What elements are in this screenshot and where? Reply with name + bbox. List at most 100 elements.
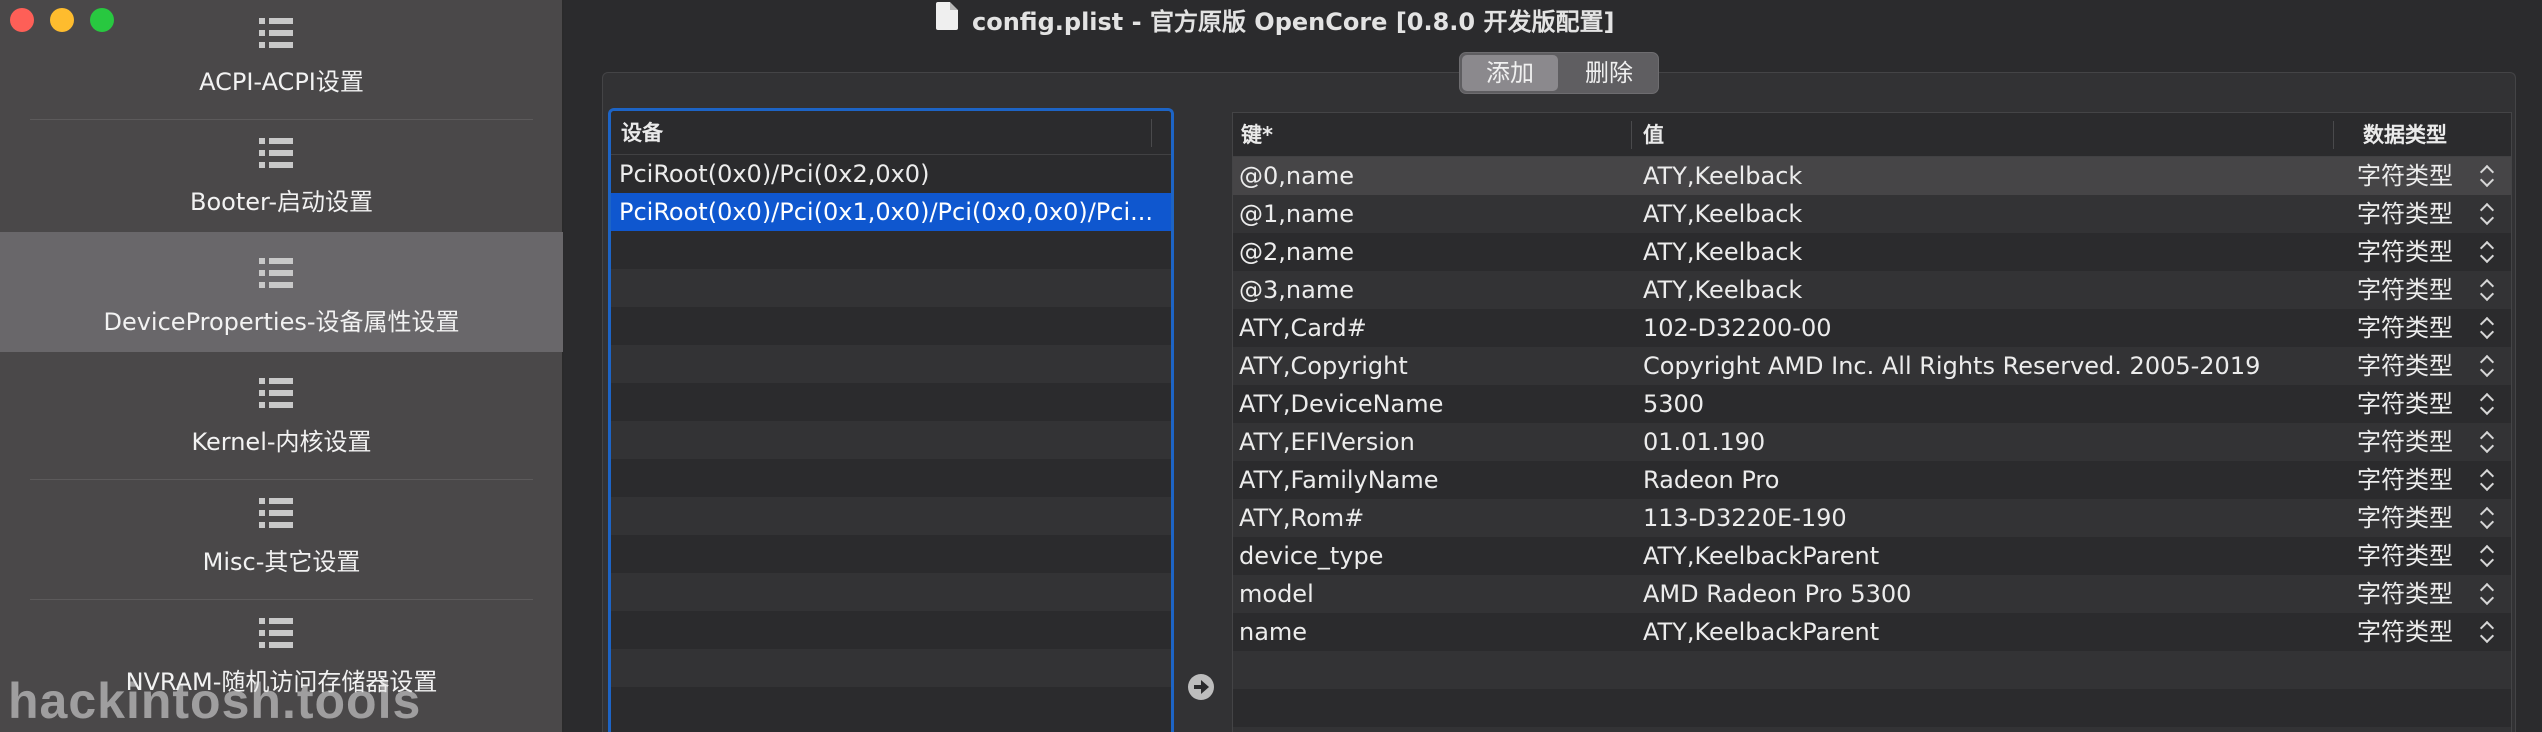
- key-cell[interactable]: name: [1239, 613, 1629, 651]
- key-cell[interactable]: ATY,DeviceName: [1239, 385, 1629, 423]
- value-cell[interactable]: ATY,Keelback: [1643, 271, 2343, 309]
- table-row[interactable]: [611, 345, 1171, 383]
- type-select[interactable]: 字符类型: [2357, 613, 2511, 651]
- table-row[interactable]: ATY,Copyright Copyright AMD Inc. All Righ…: [1233, 347, 2511, 385]
- type-select[interactable]: 字符类型: [2357, 347, 2511, 385]
- value-cell[interactable]: 5300: [1643, 385, 2343, 423]
- chevron-up-down-icon[interactable]: [2479, 161, 2495, 191]
- device-list-table[interactable]: 设备 PciRoot(0x0)/Pci(0x2,0x0) PciRoot(0x0)…: [608, 108, 1174, 732]
- key-cell[interactable]: model: [1239, 575, 1629, 613]
- properties-table[interactable]: 键* 值 数据类型 @0,name ATY,Keelback 字符类型 @1,name…: [1232, 112, 2512, 732]
- table-row[interactable]: ATY,Card# 102-D32200-00 字符类型: [1233, 309, 2511, 347]
- table-row[interactable]: [611, 383, 1171, 421]
- key-cell[interactable]: ATY,FamilyName: [1239, 461, 1629, 499]
- value-cell[interactable]: 102-D32200-00: [1643, 309, 2343, 347]
- table-row[interactable]: name ATY,KeelbackParent 字符类型: [1233, 613, 2511, 651]
- value-cell[interactable]: Radeon Pro: [1643, 461, 2343, 499]
- table-row[interactable]: [611, 535, 1171, 573]
- key-cell[interactable]: ATY,EFIVersion: [1239, 423, 1629, 461]
- table-row[interactable]: PciRoot(0x0)/Pci(0x1,0x0)/Pci(0x0,0x0)/P…: [611, 193, 1171, 231]
- column-header-value[interactable]: 值: [1643, 113, 1664, 157]
- sidebar-item-misc[interactable]: Misc-其它设置: [0, 480, 563, 600]
- type-select[interactable]: 字符类型: [2357, 461, 2511, 499]
- chevron-up-down-icon[interactable]: [2479, 351, 2495, 381]
- title-bar: config.plist - 官方原版 OpenCore [0.8.0 开发版配…: [564, 0, 2542, 40]
- table-row[interactable]: [611, 611, 1171, 649]
- table-row[interactable]: [611, 687, 1171, 725]
- type-select[interactable]: 字符类型: [2357, 233, 2511, 271]
- table-row[interactable]: device_type ATY,KeelbackParent 字符类型: [1233, 537, 2511, 575]
- type-select[interactable]: 字符类型: [2357, 499, 2511, 537]
- table-row[interactable]: [611, 421, 1171, 459]
- table-row[interactable]: ATY,EFIVersion 01.01.190 字符类型: [1233, 423, 2511, 461]
- type-select[interactable]: 字符类型: [2357, 385, 2511, 423]
- table-row[interactable]: ATY,FamilyName Radeon Pro 字符类型: [1233, 461, 2511, 499]
- value-cell[interactable]: 113-D3220E-190: [1643, 499, 2343, 537]
- add-delete-segmented-control[interactable]: 添加 删除: [1459, 52, 1659, 94]
- sidebar-item-booter[interactable]: Booter-启动设置: [0, 120, 563, 240]
- value-cell[interactable]: 01.01.190: [1643, 423, 2343, 461]
- key-cell[interactable]: ATY,Card#: [1239, 309, 1629, 347]
- chevron-up-down-icon[interactable]: [2479, 541, 2495, 571]
- delete-button[interactable]: 删除: [1560, 53, 1658, 93]
- sidebar-item-label: DeviceProperties-设备属性设置: [103, 308, 460, 336]
- key-cell[interactable]: @3,name: [1239, 271, 1629, 309]
- type-select[interactable]: 字符类型: [2357, 309, 2511, 347]
- key-cell[interactable]: @0,name: [1239, 157, 1629, 195]
- chevron-up-down-icon[interactable]: [2479, 503, 2495, 533]
- add-button[interactable]: 添加: [1462, 55, 1558, 91]
- table-row[interactable]: [1233, 727, 2511, 732]
- table-row[interactable]: @0,name ATY,Keelback 字符类型: [1233, 157, 2511, 195]
- column-header-key[interactable]: 键*: [1241, 113, 1273, 157]
- type-select[interactable]: 字符类型: [2357, 195, 2511, 233]
- type-select[interactable]: 字符类型: [2357, 157, 2511, 195]
- chevron-up-down-icon[interactable]: [2479, 579, 2495, 609]
- value-cell[interactable]: ATY,Keelback: [1643, 157, 2343, 195]
- table-row[interactable]: [1233, 651, 2511, 689]
- sidebar-item-kernel[interactable]: Kernel-内核设置: [0, 360, 563, 480]
- chevron-up-down-icon[interactable]: [2479, 199, 2495, 229]
- chevron-up-down-icon[interactable]: [2479, 427, 2495, 457]
- type-select[interactable]: 字符类型: [2357, 537, 2511, 575]
- value-cell[interactable]: AMD Radeon Pro 5300: [1643, 575, 2343, 613]
- sidebar-item-deviceproperties[interactable]: DeviceProperties-设备属性设置: [0, 232, 563, 352]
- table-row[interactable]: ATY,Rom# 113-D3220E-190 字符类型: [1233, 499, 2511, 537]
- table-row[interactable]: [611, 649, 1171, 687]
- chevron-up-down-icon[interactable]: [2479, 465, 2495, 495]
- chevron-up-down-icon[interactable]: [2479, 617, 2495, 647]
- table-row[interactable]: [611, 573, 1171, 611]
- chevron-up-down-icon[interactable]: [2479, 275, 2495, 305]
- value-cell[interactable]: ATY,Keelback: [1643, 195, 2343, 233]
- table-row[interactable]: [611, 459, 1171, 497]
- type-select[interactable]: 字符类型: [2357, 271, 2511, 309]
- key-cell[interactable]: ATY,Copyright: [1239, 347, 1629, 385]
- key-cell[interactable]: device_type: [1239, 537, 1629, 575]
- key-cell[interactable]: ATY,Rom#: [1239, 499, 1629, 537]
- table-row[interactable]: [611, 269, 1171, 307]
- table-row[interactable]: ATY,DeviceName 5300 字符类型: [1233, 385, 2511, 423]
- table-row[interactable]: @3,name ATY,Keelback 字符类型: [1233, 271, 2511, 309]
- table-row[interactable]: @2,name ATY,Keelback 字符类型: [1233, 233, 2511, 271]
- type-select[interactable]: 字符类型: [2357, 423, 2511, 461]
- table-row[interactable]: [611, 307, 1171, 345]
- table-row[interactable]: [1233, 689, 2511, 727]
- value-cell[interactable]: ATY,KeelbackParent: [1643, 537, 2343, 575]
- chevron-up-down-icon[interactable]: [2479, 237, 2495, 267]
- value-cell[interactable]: Copyright AMD Inc. All Rights Reserved. …: [1643, 347, 2343, 385]
- column-header-device[interactable]: 设备: [621, 111, 663, 155]
- sidebar-item-acpi[interactable]: ACPI-ACPI设置: [0, 0, 563, 120]
- table-row[interactable]: [611, 497, 1171, 535]
- value-cell[interactable]: ATY,Keelback: [1643, 233, 2343, 271]
- value-cell[interactable]: ATY,KeelbackParent: [1643, 613, 2343, 651]
- arrow-right-circle-icon[interactable]: [1188, 674, 1214, 700]
- chevron-up-down-icon[interactable]: [2479, 313, 2495, 343]
- table-row[interactable]: @1,name ATY,Keelback 字符类型: [1233, 195, 2511, 233]
- column-header-type[interactable]: 数据类型: [2363, 113, 2447, 157]
- table-row[interactable]: PciRoot(0x0)/Pci(0x2,0x0): [611, 155, 1171, 193]
- table-row[interactable]: model AMD Radeon Pro 5300 字符类型: [1233, 575, 2511, 613]
- key-cell[interactable]: @1,name: [1239, 195, 1629, 233]
- chevron-up-down-icon[interactable]: [2479, 389, 2495, 419]
- key-cell[interactable]: @2,name: [1239, 233, 1629, 271]
- table-row[interactable]: [611, 231, 1171, 269]
- type-select[interactable]: 字符类型: [2357, 575, 2511, 613]
